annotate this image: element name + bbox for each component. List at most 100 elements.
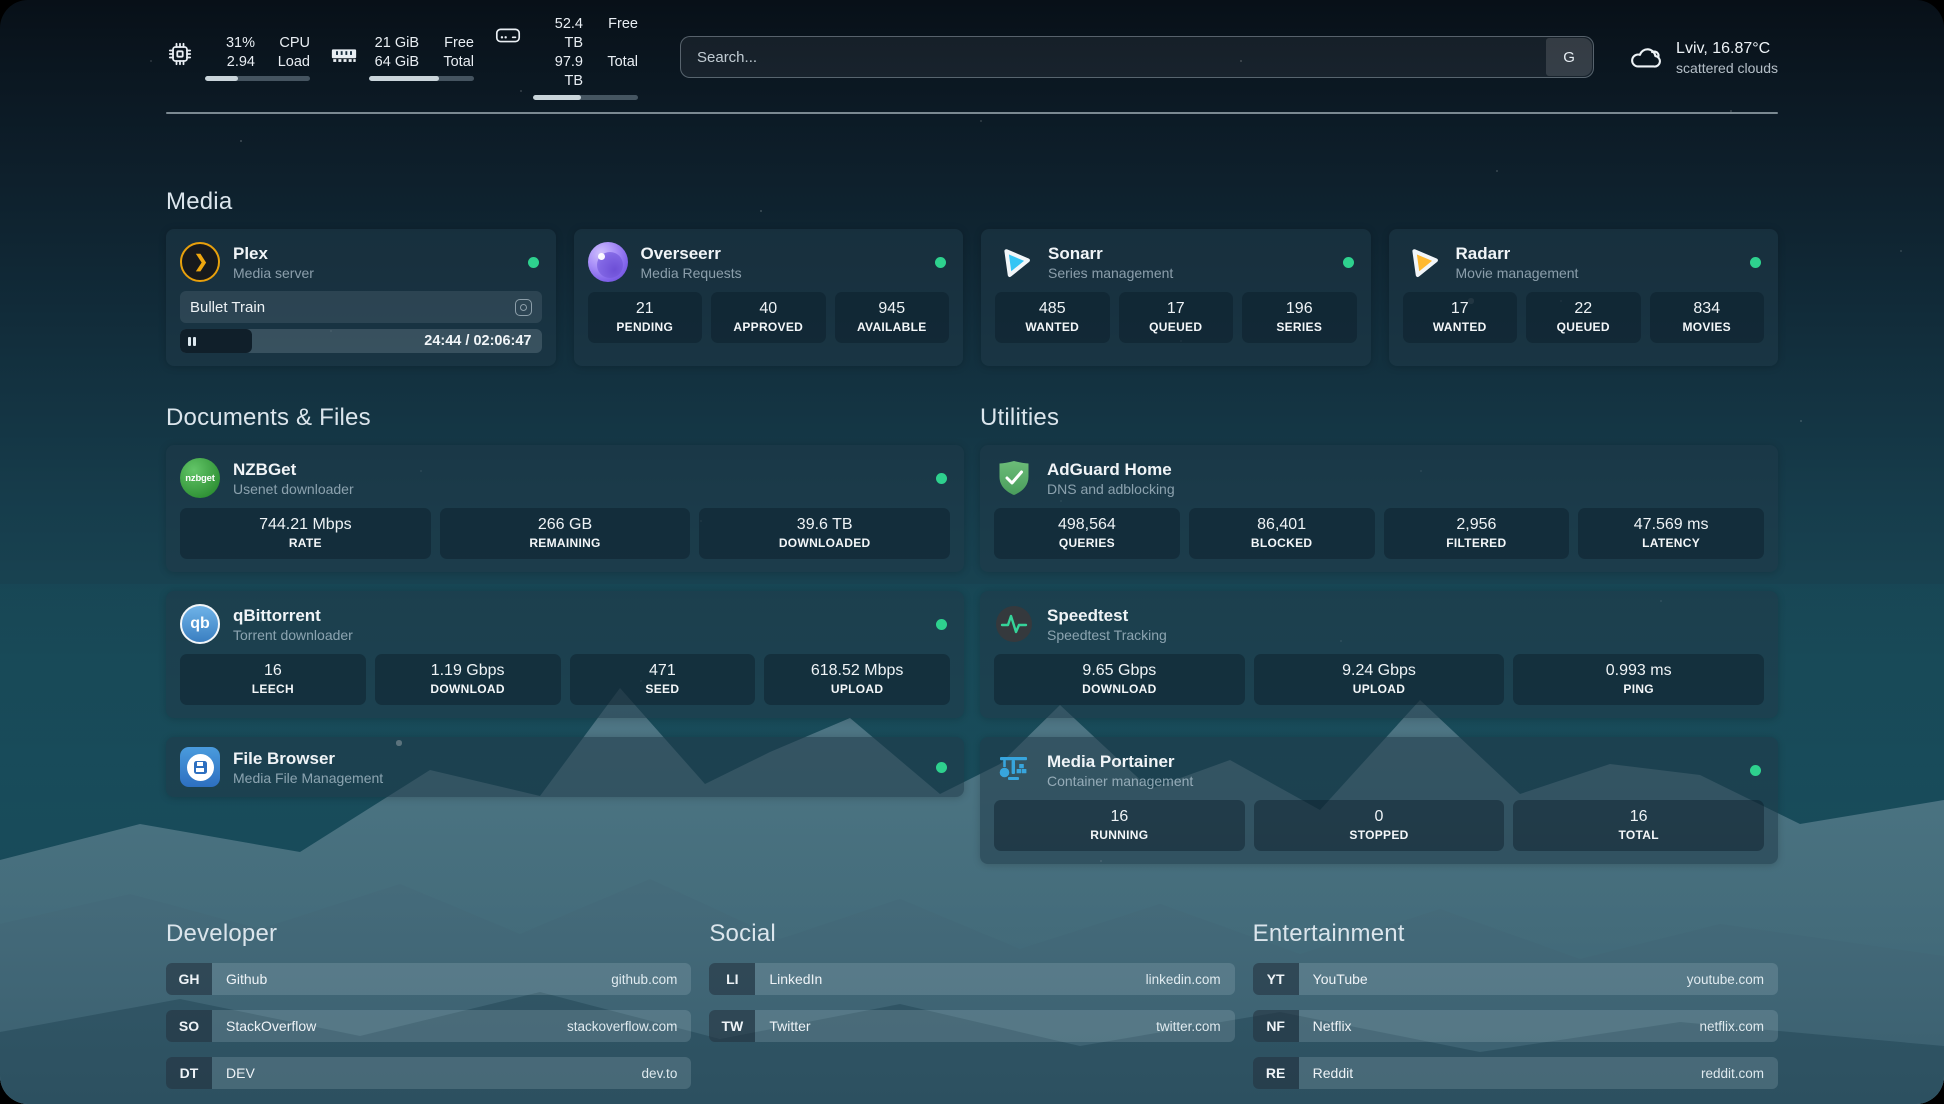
- bookmark-github[interactable]: GH Github github.com: [166, 963, 691, 995]
- qbittorrent-card[interactable]: qb qBittorrent Torrent downloader 16 LEE…: [166, 591, 964, 718]
- cpu-widget: 31% CPU 2.94 Load: [166, 34, 310, 81]
- bookmark-youtube[interactable]: YT YouTube youtube.com: [1253, 963, 1778, 995]
- radarr-card[interactable]: Radarr Movie management 17 WANTED 22 QUE…: [1389, 229, 1779, 366]
- service-name: Radarr: [1456, 243, 1579, 264]
- disk-total-label: Total: [596, 53, 638, 91]
- disk-icon: [494, 21, 522, 49]
- bookmark-abbr: GH: [166, 963, 212, 995]
- nzbget-card[interactable]: nzbget NZBGet Usenet downloader 744.21 M…: [166, 445, 964, 572]
- status-online-dot: [1750, 257, 1761, 268]
- service-subtitle: Movie management: [1456, 264, 1579, 282]
- stat-block: 744.21 Mbps RATE: [180, 508, 431, 559]
- stat-block: 17 WANTED: [1403, 292, 1518, 343]
- status-online-dot: [936, 619, 947, 630]
- service-subtitle: Speedtest Tracking: [1047, 626, 1167, 644]
- social-group: Social LI LinkedIn linkedin.com TW Twitt…: [709, 920, 1234, 1104]
- service-name: Sonarr: [1048, 243, 1173, 264]
- social-heading: Social: [709, 920, 1234, 948]
- playback-time: 24:44 / 02:06:47: [424, 329, 531, 353]
- bookmark-name: Twitter: [769, 1018, 810, 1034]
- service-subtitle: Media File Management: [233, 769, 383, 787]
- google-icon: G: [1563, 49, 1575, 66]
- memory-progress-bar: [369, 76, 474, 81]
- bookmark-name: DEV: [226, 1065, 255, 1081]
- stat-block: 485 WANTED: [995, 292, 1110, 343]
- stat-block: 40 APPROVED: [711, 292, 826, 343]
- bookmark-domain: reddit.com: [1701, 1066, 1764, 1081]
- bookmark-stackoverflow[interactable]: SO StackOverflow stackoverflow.com: [166, 1010, 691, 1042]
- weather-condition: scattered clouds: [1676, 59, 1778, 77]
- status-online-dot: [935, 257, 946, 268]
- bookmark-netflix[interactable]: NF Netflix netflix.com: [1253, 1010, 1778, 1042]
- pause-icon[interactable]: [188, 337, 196, 346]
- stat-block: 0.993 ms PING: [1513, 654, 1764, 705]
- cpu-icon: [166, 40, 194, 68]
- documents-column: Documents & Files nzbget NZBGet Usenet d…: [166, 404, 964, 864]
- search-provider-button[interactable]: G: [1546, 38, 1592, 76]
- cloud-icon: [1628, 42, 1664, 72]
- filebrowser-icon: [180, 747, 220, 787]
- stat-block: 266 GB REMAINING: [440, 508, 691, 559]
- weather-widget[interactable]: Lviv, 16.87°C scattered clouds: [1628, 38, 1778, 77]
- cpu-progress-bar: [205, 76, 310, 81]
- bookmark-abbr: SO: [166, 1010, 212, 1042]
- cpu-usage-label: CPU: [268, 34, 310, 53]
- bookmark-abbr: YT: [1253, 963, 1299, 995]
- overseerr-card[interactable]: Overseerr Media Requests 21 PENDING 40 A…: [574, 229, 964, 366]
- bookmark-name: Github: [226, 971, 267, 987]
- service-name: NZBGet: [233, 459, 354, 480]
- stat-block: 16 LEECH: [180, 654, 366, 705]
- disk-free-label: Free: [596, 15, 638, 53]
- weather-location-temp: Lviv, 16.87°C: [1676, 38, 1778, 59]
- playback-progress-bar[interactable]: 24:44 / 02:06:47: [180, 329, 542, 353]
- entertainment-heading: Entertainment: [1253, 920, 1778, 948]
- bookmark-linkedin[interactable]: LI LinkedIn linkedin.com: [709, 963, 1234, 995]
- radarr-icon: [1403, 242, 1443, 282]
- bookmark-abbr: LI: [709, 963, 755, 995]
- stat-block: 22 QUEUED: [1526, 292, 1641, 343]
- stat-block: 16 RUNNING: [994, 800, 1245, 851]
- bookmark-twitter[interactable]: TW Twitter twitter.com: [709, 1010, 1234, 1042]
- status-online-dot: [528, 257, 539, 268]
- bookmark-domain: youtube.com: [1687, 972, 1764, 987]
- bookmark-name: YouTube: [1313, 971, 1368, 987]
- service-name: Overseerr: [641, 243, 742, 264]
- status-online-dot: [936, 762, 947, 773]
- cpu-usage-value: 31%: [205, 34, 255, 53]
- stat-block: 0 STOPPED: [1254, 800, 1505, 851]
- developer-group: Developer GH Github github.com SO StackO…: [166, 920, 691, 1104]
- now-playing-row: Bullet Train: [180, 291, 542, 323]
- disk-widget: 52.4 TB Free 97.9 TB Total: [494, 15, 638, 100]
- service-name: Plex: [233, 243, 314, 264]
- bookmark-reddit[interactable]: RE Reddit reddit.com: [1253, 1057, 1778, 1089]
- bookmark-dev[interactable]: DT DEV dev.to: [166, 1057, 691, 1089]
- status-online-dot: [1343, 257, 1354, 268]
- stat-block: 471 SEED: [570, 654, 756, 705]
- entertainment-group: Entertainment YT YouTube youtube.com NF …: [1253, 920, 1778, 1104]
- bookmark-name: StackOverflow: [226, 1018, 316, 1034]
- service-subtitle: Media Requests: [641, 264, 742, 282]
- session-icon[interactable]: [515, 299, 532, 316]
- stat-block: 39.6 TB DOWNLOADED: [699, 508, 950, 559]
- plex-icon: ❯: [180, 242, 220, 282]
- search-input[interactable]: [680, 36, 1594, 78]
- dashboard-screen: 31% CPU 2.94 Load: [0, 0, 1944, 1104]
- service-name: File Browser: [233, 748, 383, 769]
- overseerr-icon: [588, 242, 628, 282]
- portainer-card[interactable]: Media Portainer Container management 16 …: [980, 737, 1778, 864]
- speedtest-card[interactable]: Speedtest Speedtest Tracking 9.65 Gbps D…: [980, 591, 1778, 718]
- service-name: AdGuard Home: [1047, 459, 1175, 480]
- plex-card[interactable]: ❯ Plex Media server Bullet Train 24:44 /: [166, 229, 556, 366]
- adguard-icon: [994, 458, 1034, 498]
- adguard-card[interactable]: AdGuard Home DNS and adblocking 498,564 …: [980, 445, 1778, 572]
- stat-block: 1.19 Gbps DOWNLOAD: [375, 654, 561, 705]
- sonarr-icon: [995, 242, 1035, 282]
- disk-total-value: 97.9 TB: [533, 53, 583, 91]
- filebrowser-card[interactable]: File Browser Media File Management: [166, 737, 964, 797]
- sonarr-card[interactable]: Sonarr Series management 485 WANTED 17 Q…: [981, 229, 1371, 366]
- stat-block: 47.569 ms LATENCY: [1578, 508, 1764, 559]
- stat-block: 9.24 Gbps UPLOAD: [1254, 654, 1505, 705]
- bookmark-name: Netflix: [1313, 1018, 1352, 1034]
- utilities-column: Utilities: [980, 404, 1778, 864]
- service-subtitle: Usenet downloader: [233, 480, 354, 498]
